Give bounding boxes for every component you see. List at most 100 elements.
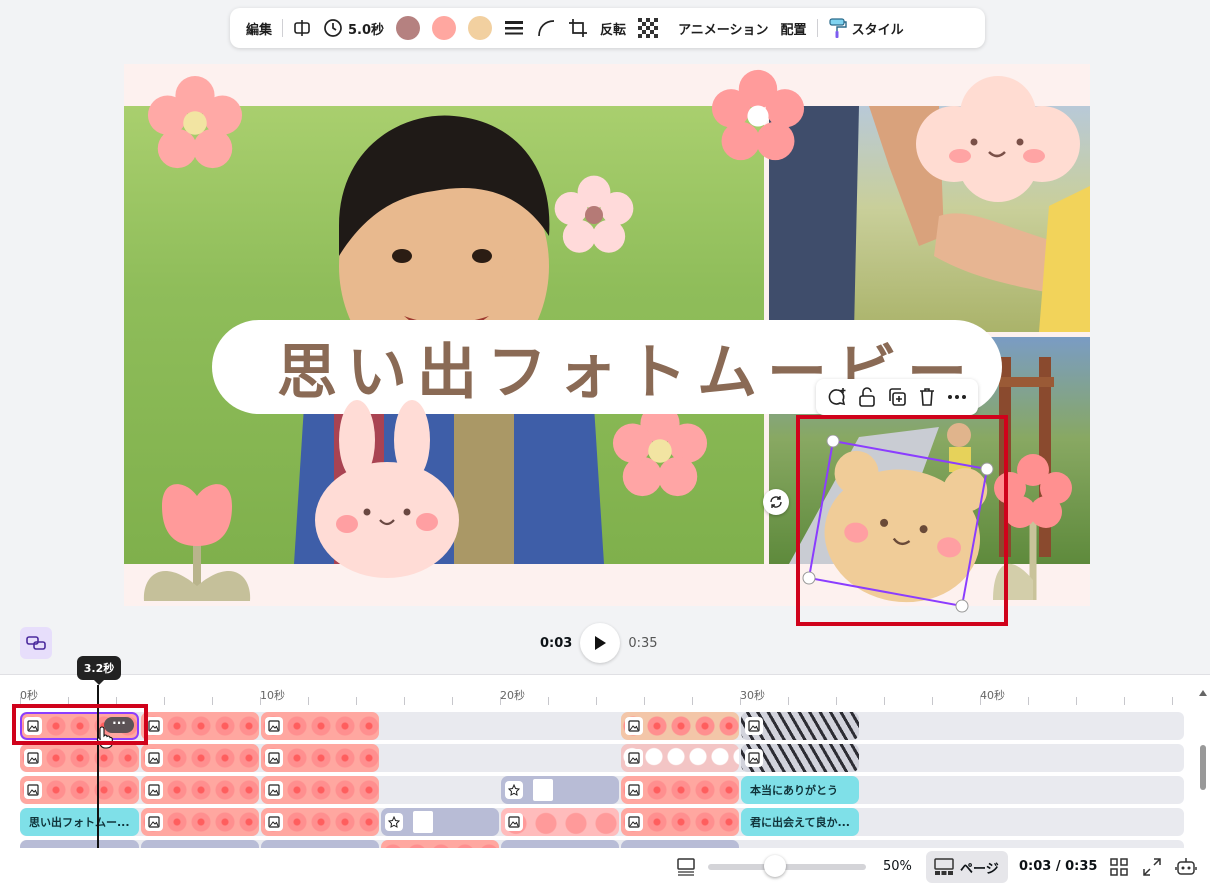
trash-icon[interactable] — [917, 386, 937, 408]
animation-label: アニメーション — [678, 22, 769, 38]
timeline-clip[interactable] — [141, 744, 259, 772]
flip-button[interactable]: 反転 — [594, 12, 632, 44]
timeline-clip[interactable] — [261, 840, 379, 848]
style-button[interactable]: スタイル — [822, 12, 910, 44]
transparency-button[interactable] — [632, 12, 664, 44]
timeline-clip[interactable] — [621, 840, 739, 848]
scroll-up-icon[interactable] — [1199, 690, 1207, 696]
color-swatch-3[interactable] — [468, 16, 493, 40]
duration-button[interactable]: 5.0秒 — [317, 12, 390, 44]
timeline-clip[interactable] — [621, 712, 739, 740]
border-style-button[interactable] — [498, 12, 530, 44]
crop-button[interactable] — [562, 12, 594, 44]
image-icon — [505, 813, 523, 831]
timeline-clip[interactable] — [621, 776, 739, 804]
image-icon — [24, 749, 42, 767]
page-view-button[interactable]: ページ — [926, 851, 1008, 883]
time-ruler[interactable]: 0秒 10秒 20秒 30秒 40秒 — [0, 683, 1190, 707]
duplicate-icon[interactable] — [886, 386, 908, 408]
play-icon — [595, 636, 607, 650]
image-icon — [625, 717, 643, 735]
edit-button[interactable]: 編集 — [240, 12, 278, 44]
animation-button[interactable]: アニメーション — [672, 12, 774, 44]
comment-add-icon[interactable] — [826, 386, 848, 408]
timeline-clip[interactable] — [621, 808, 739, 836]
color-swatch-1[interactable] — [396, 16, 421, 40]
timeline-clip[interactable] — [141, 808, 259, 836]
transparency-icon — [638, 18, 659, 38]
timeline-clip[interactable] — [20, 776, 139, 804]
color-swatch-2[interactable] — [432, 16, 457, 40]
ruler-tick — [404, 697, 405, 705]
tulip-sticker[interactable] — [142, 476, 252, 606]
image-icon — [145, 781, 163, 799]
flower-sticker[interactable] — [144, 74, 246, 172]
lock-icon[interactable] — [857, 386, 877, 408]
bunny-sticker[interactable] — [312, 400, 462, 578]
zoom-value[interactable]: 50% — [883, 859, 912, 874]
image-icon — [625, 749, 643, 767]
scroll-thumb[interactable] — [1200, 745, 1206, 790]
ruler-tick — [596, 697, 597, 705]
timeline-clip[interactable] — [501, 776, 619, 804]
position-button[interactable]: 配置 — [775, 12, 813, 44]
ruler-tick — [836, 697, 837, 705]
clock-icon — [324, 19, 342, 37]
ruler-tick — [452, 697, 453, 705]
timeline-clip[interactable] — [261, 776, 379, 804]
total-time: 0:35 — [628, 635, 658, 651]
ruler-tick — [260, 697, 261, 705]
timeline-clip[interactable] — [501, 808, 619, 836]
timeline-clip[interactable] — [381, 808, 499, 836]
ruler-tick — [500, 697, 501, 705]
playhead-time-tooltip: 3.2秒 — [77, 656, 121, 685]
ruler-tick — [980, 697, 981, 705]
highlight-box-clip — [12, 704, 148, 745]
flip-label: 反転 — [600, 22, 627, 38]
timeline-panel: 0秒 10秒 20秒 30秒 40秒 本当にありがとう 思い出フォトムー... … — [0, 674, 1210, 848]
flower-sticker[interactable] — [610, 402, 710, 500]
split-button[interactable] — [287, 12, 317, 44]
page-label: ページ — [960, 861, 999, 877]
timeline-clip[interactable] — [741, 712, 859, 740]
timeline-clip[interactable] — [20, 744, 139, 772]
timeline-text-clip[interactable]: 君に出会えて良か... — [741, 808, 859, 836]
timeline-text-clip[interactable]: 思い出フォトムー... — [20, 808, 139, 836]
shape-icon — [505, 781, 523, 799]
rotate-handle[interactable] — [763, 489, 789, 515]
grid-view-icon[interactable] — [1110, 858, 1128, 876]
cloud-sticker[interactable] — [914, 74, 1082, 204]
zoom-slider-track[interactable] — [708, 864, 866, 870]
corner-rounding-button[interactable] — [530, 12, 562, 44]
timeline-clip[interactable] — [381, 840, 499, 848]
timeline-clip[interactable] — [141, 840, 259, 848]
more-icon[interactable] — [946, 386, 968, 408]
notes-icon[interactable] — [676, 857, 696, 877]
timeline-clip[interactable] — [141, 776, 259, 804]
timeline-clip[interactable] — [501, 840, 619, 848]
fullscreen-icon[interactable] — [1143, 858, 1161, 876]
image-icon — [145, 813, 163, 831]
timeline-clip[interactable] — [261, 712, 379, 740]
timeline-toggle-button[interactable] — [20, 627, 52, 659]
timeline-clip[interactable] — [261, 808, 379, 836]
timeline-clip[interactable] — [261, 744, 379, 772]
flower-sticker[interactable] — [552, 174, 636, 256]
image-icon — [265, 813, 283, 831]
zoom-slider-thumb[interactable] — [764, 855, 786, 877]
ruler-tick — [788, 697, 789, 705]
timeline-clip[interactable] — [741, 744, 859, 772]
image-icon — [145, 749, 163, 767]
assistant-icon[interactable] — [1175, 856, 1197, 878]
highlight-box-selection — [796, 415, 1008, 626]
flower-sticker[interactable] — [708, 68, 808, 164]
timeline-clip[interactable] — [621, 744, 739, 772]
image-icon — [24, 781, 42, 799]
timeline-clip[interactable] — [141, 712, 259, 740]
timeline-clip[interactable] — [20, 840, 139, 848]
timeline-text-clip[interactable]: 本当にありがとう — [741, 776, 859, 804]
image-icon — [265, 749, 283, 767]
play-button[interactable] — [580, 623, 621, 663]
clip-thumbnail — [533, 779, 553, 801]
timeline-scrollbar[interactable] — [1199, 690, 1207, 840]
